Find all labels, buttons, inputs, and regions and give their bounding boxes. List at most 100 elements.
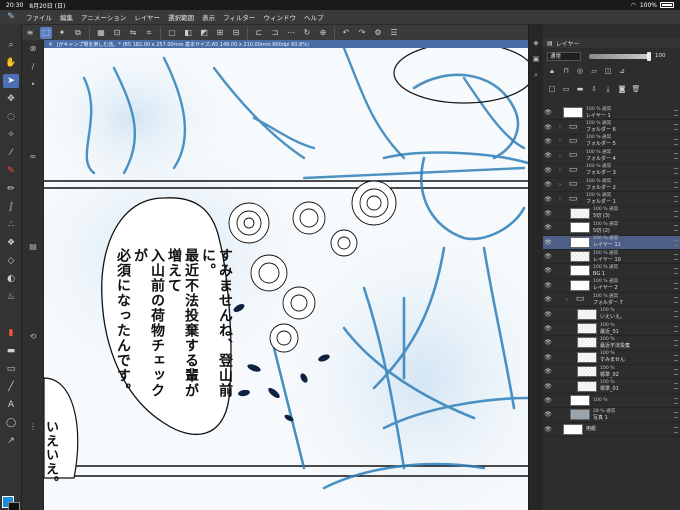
invert-icon[interactable]: ◩ (198, 27, 210, 39)
drag-handle-icon[interactable] (674, 153, 678, 160)
drag-handle-icon[interactable] (674, 268, 678, 275)
visibility-eye-icon[interactable]: 👁︎ (543, 397, 553, 404)
layer-row[interactable]: 👁︎ › ▭ 100 % 通常 フォルダー 5 (543, 135, 680, 150)
drag-handle-icon[interactable] (674, 196, 678, 203)
menu-edit[interactable]: 編集 (56, 12, 77, 22)
layer-row[interactable]: 👁︎ › ▭ 100 % 通常 フォルダー 1 (543, 192, 680, 207)
visibility-eye-icon[interactable]: 👁︎ (543, 181, 553, 188)
layer-row[interactable]: 👁︎ 100 % 通常 レイヤー 11 (543, 235, 680, 250)
visibility-eye-icon[interactable]: 👁︎ (543, 239, 553, 246)
move-tool-icon[interactable]: ✥ (3, 92, 19, 106)
blend-mode-select[interactable]: 通常 (547, 51, 581, 61)
menu-file[interactable]: ファイル (22, 12, 56, 22)
snap-special-icon[interactable]: ⊐ (269, 27, 281, 39)
magic-wand-icon[interactable]: ✧ (3, 128, 19, 142)
visibility-eye-icon[interactable]: 👁︎ (543, 196, 553, 203)
menu-view[interactable]: 表示 (198, 12, 219, 22)
airbrush-icon[interactable]: ∴ (3, 218, 19, 232)
close-document-icon[interactable]: × (48, 41, 53, 48)
menu-selection[interactable]: 選択範囲 (164, 12, 198, 22)
crop-icon[interactable]: ⌗ (143, 27, 155, 39)
drag-handle-icon[interactable] (674, 225, 678, 232)
drag-handle-icon[interactable] (674, 311, 678, 318)
flip-icon[interactable]: ⇋ (127, 27, 139, 39)
blend-tool-icon[interactable]: ◐ (3, 272, 19, 286)
visibility-eye-icon[interactable]: 👁︎ (543, 152, 553, 159)
layer-row[interactable]: 👁︎ 100 % 通常 レイヤー 2 (543, 279, 680, 294)
hand-tool-icon[interactable]: ✋ (3, 56, 19, 70)
drag-handle-icon[interactable] (674, 282, 678, 289)
sub-color-swatch[interactable] (8, 502, 20, 510)
snap-ruler-icon[interactable]: ⊏ (253, 27, 265, 39)
layer-row[interactable]: 👁︎ 100 % すみません (543, 351, 680, 366)
transfer-icon[interactable]: ⇩ (589, 84, 599, 94)
drag-handle-icon[interactable] (674, 297, 678, 304)
layer-property-icon[interactable]: ▣ (531, 54, 541, 64)
gradient-icon[interactable]: ▮ (3, 326, 19, 340)
layer-row[interactable]: 👁︎ 28 % 通常 写真 1 (543, 408, 680, 423)
layer-row[interactable]: 👁︎ › ▭ 100 % 通常 フォルダー 7 (543, 293, 680, 308)
stabilizer-icon[interactable]: ≈ (26, 150, 40, 163)
visibility-eye-icon[interactable]: 👁︎ (543, 368, 553, 375)
text-tool-icon[interactable]: A (3, 398, 19, 412)
shrink-icon[interactable]: ⊟ (230, 27, 242, 39)
layer-row[interactable]: 👁︎ 100 % 通常 レイヤー 10 (543, 250, 680, 265)
property-icon[interactable]: ⋮ (26, 420, 40, 433)
opacity-slider[interactable] (589, 51, 651, 61)
delete-layer-icon[interactable]: 🗑︎ (631, 84, 641, 94)
draft-icon[interactable]: ▱ (589, 66, 599, 76)
ruler-show-icon[interactable]: ⊿ (617, 66, 627, 76)
add-mask-icon[interactable]: ◙ (617, 84, 627, 94)
fill-icon[interactable]: ◧ (182, 27, 194, 39)
layer-row[interactable]: 👁︎ 用紙 (543, 423, 680, 437)
layer-row[interactable]: 👁︎ › ▭ 100 % 通常 フォルダー 4 (543, 149, 680, 164)
layer-row[interactable]: 👁︎ › ▭ 100 % 通常 フォルダー 6 (543, 120, 680, 135)
ruler-icon[interactable]: ╱ (3, 380, 19, 394)
drag-handle-icon[interactable] (674, 426, 678, 433)
drag-handle-icon[interactable] (674, 253, 678, 260)
new-raster-icon[interactable]: □ (547, 84, 557, 94)
zoom-icon[interactable]: ⊕ (317, 27, 329, 39)
visibility-eye-icon[interactable]: 👁︎ (543, 383, 553, 390)
app-logo-icon[interactable]: ✎ (0, 10, 22, 24)
visibility-eye-icon[interactable]: 👁︎ (543, 325, 553, 332)
layer-row[interactable]: 👁︎ › ▭ 100 % 通常 フォルダー 2 (543, 178, 680, 193)
drag-handle-icon[interactable] (674, 167, 678, 174)
visibility-eye-icon[interactable]: 👁︎ (543, 339, 553, 346)
hamburger-icon[interactable]: ≡ (24, 27, 36, 39)
balloon-icon[interactable]: ◯ (3, 416, 19, 430)
layer-row[interactable]: 👁︎ 100 % 通常 BG 1 (543, 264, 680, 279)
visibility-eye-icon[interactable]: 👁︎ (543, 109, 553, 116)
figure-icon[interactable]: ▬ (3, 344, 19, 358)
visibility-eye-icon[interactable]: 👁︎ (543, 210, 553, 217)
zoom-tool-icon[interactable]: ⌕ (3, 38, 19, 52)
palette-icon[interactable]: ▤ (26, 240, 40, 253)
drag-handle-icon[interactable] (674, 325, 678, 332)
grid-icon[interactable]: ▦ (95, 27, 107, 39)
menu-animation[interactable]: アニメーション (77, 12, 130, 22)
layer-row[interactable]: 👁︎ 100 % (543, 394, 680, 409)
drag-handle-icon[interactable] (674, 110, 678, 116)
transform-icon[interactable]: ⊡ (111, 27, 123, 39)
visibility-eye-icon[interactable]: 👁︎ (543, 224, 553, 231)
brush-size-icon[interactable]: • (26, 78, 40, 91)
snap-grid-icon[interactable]: ⋯ (285, 27, 297, 39)
brush-preview-icon[interactable]: ∕ (26, 60, 40, 73)
drag-handle-icon[interactable] (674, 354, 678, 361)
drag-handle-icon[interactable] (674, 124, 678, 131)
new-folder-icon[interactable]: ▬ (575, 84, 585, 94)
sparkle-icon[interactable]: ✦ (56, 27, 68, 39)
visibility-eye-icon[interactable]: 👁︎ (543, 138, 553, 145)
visibility-eye-icon[interactable]: 👁︎ (543, 253, 553, 260)
frame-icon[interactable]: ▭ (3, 362, 19, 376)
brush-tool-icon[interactable]: ∫ (3, 200, 19, 214)
settings-icon[interactable]: ⚙ (372, 27, 384, 39)
visibility-eye-icon[interactable]: 👁︎ (543, 296, 553, 303)
decoration-icon[interactable]: ❖ (3, 236, 19, 250)
layer-row[interactable]: 👁︎ 100 % 最近不法投棄 (543, 336, 680, 351)
drag-handle-icon[interactable] (674, 210, 678, 217)
layer-row[interactable]: 👁︎ › ▭ 100 % 通常 フォルダー 3 (543, 164, 680, 178)
visibility-eye-icon[interactable]: 👁︎ (543, 282, 553, 289)
visibility-eye-icon[interactable]: 👁︎ (543, 426, 553, 433)
layer-row[interactable]: 👁︎ 100 % いえいえ。 (543, 307, 680, 322)
